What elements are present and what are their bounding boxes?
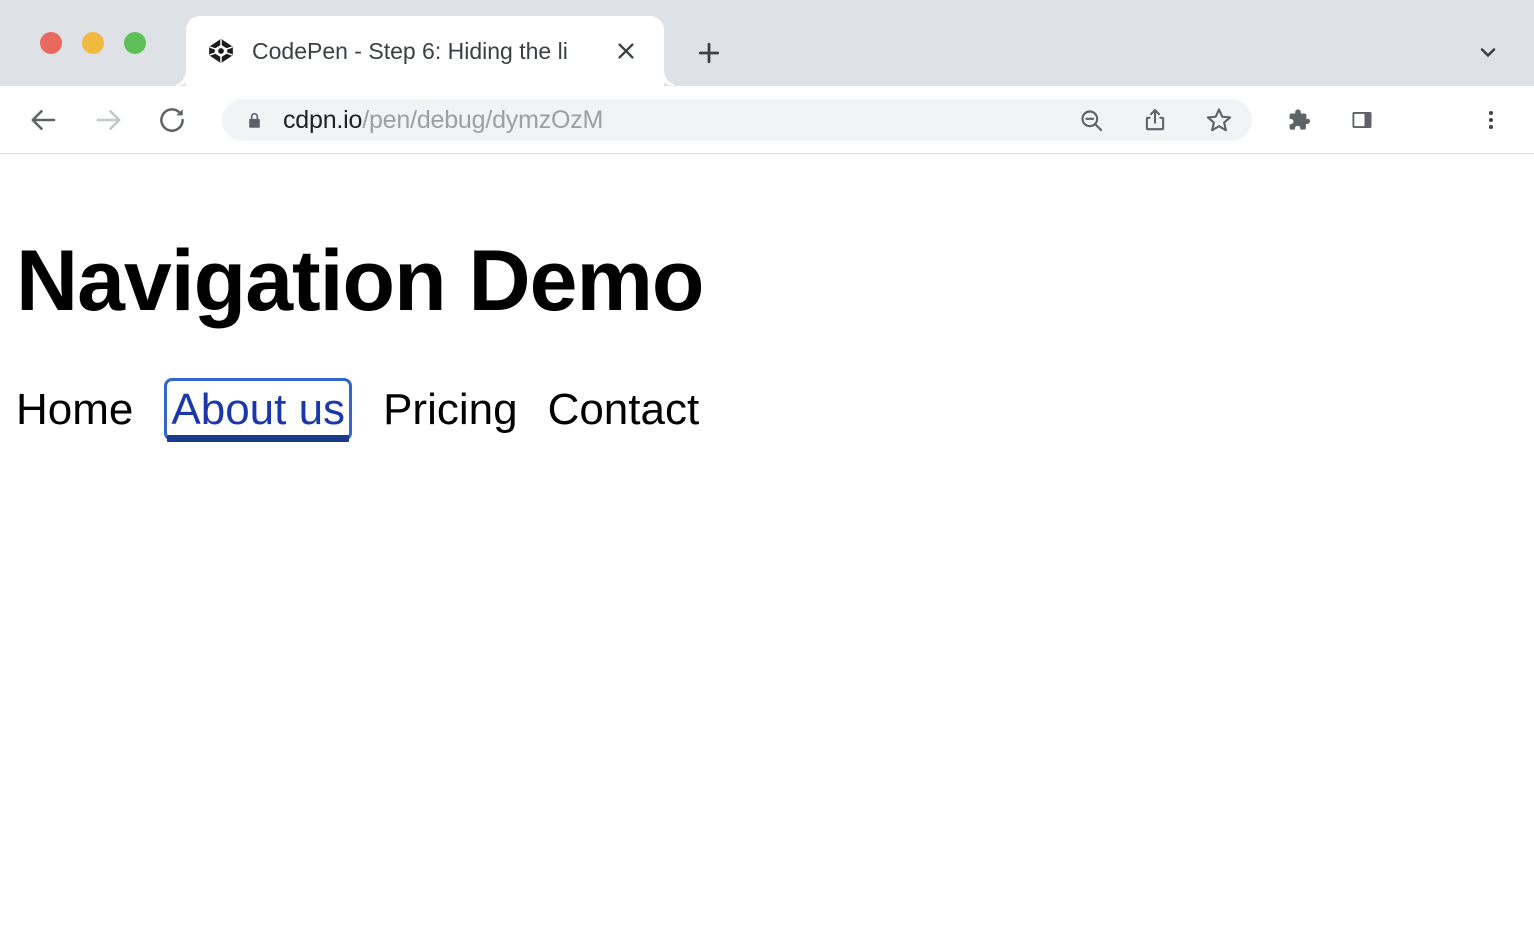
reload-icon[interactable]	[150, 98, 194, 142]
codepen-logo-icon	[208, 38, 234, 64]
back-arrow-icon[interactable]	[22, 98, 66, 142]
browser-tab[interactable]: CodePen - Step 6: Hiding the li	[186, 16, 664, 86]
url-path: /pen/debug/dymzOzM	[362, 106, 603, 134]
puzzle-icon[interactable]	[1277, 99, 1319, 141]
maximize-window-button[interactable]	[124, 32, 146, 54]
url-host: cdpn.io	[283, 106, 362, 134]
nav-link-pricing[interactable]: Pricing	[383, 384, 518, 436]
nav-link-underline	[167, 435, 349, 442]
url-text: cdpn.io/pen/debug/dymzOzM	[283, 104, 603, 136]
nav-link-about-us[interactable]: About us	[169, 383, 347, 436]
site-navigation: Home About us Pricing Contact	[16, 383, 699, 436]
page-title: Navigation Demo	[16, 233, 703, 329]
tab-strip: CodePen - Step 6: Hiding the li	[0, 0, 1534, 86]
new-tab-button[interactable]	[686, 30, 732, 76]
window-controls	[40, 32, 146, 54]
share-icon[interactable]	[1134, 99, 1176, 141]
browser-window: CodePen - Step 6: Hiding the li	[0, 0, 1534, 950]
nav-link-about-us-label: About us	[171, 385, 345, 434]
nav-link-home[interactable]: Home	[16, 384, 133, 436]
forward-arrow-icon	[86, 98, 130, 142]
minimize-window-button[interactable]	[82, 32, 104, 54]
tab-close-button[interactable]	[608, 33, 644, 69]
side-panel-icon[interactable]	[1341, 99, 1383, 141]
close-window-button[interactable]	[40, 32, 62, 54]
browser-toolbar: cdpn.io/pen/debug/dymzOzM	[0, 86, 1534, 154]
nav-link-contact[interactable]: Contact	[548, 384, 700, 436]
lock-icon	[244, 110, 264, 130]
three-dot-menu-icon[interactable]	[1472, 99, 1510, 141]
tab-title: CodePen - Step 6: Hiding the li	[252, 36, 608, 66]
zoom-out-icon[interactable]	[1070, 99, 1112, 141]
bookmark-star-icon[interactable]	[1198, 99, 1240, 141]
tab-search-button[interactable]	[1468, 32, 1508, 72]
page-viewport: Navigation Demo Home About us Pricing Co…	[0, 155, 1534, 950]
